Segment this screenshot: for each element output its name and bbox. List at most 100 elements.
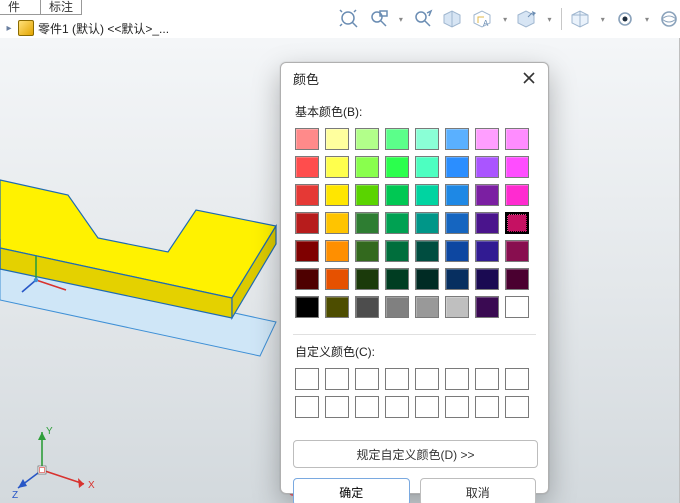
hide-show-dropdown-icon[interactable]: ▾	[546, 7, 552, 31]
custom-colors-label: 自定义颜色(C):	[295, 343, 536, 360]
ok-button[interactable]: 确定	[293, 478, 410, 503]
basic-color-swatch[interactable]	[355, 184, 379, 206]
svg-text:A: A	[483, 19, 489, 28]
basic-color-swatch[interactable]	[295, 128, 319, 150]
basic-color-swatch[interactable]	[415, 128, 439, 150]
custom-color-swatch[interactable]	[355, 396, 379, 418]
feature-tree-item[interactable]: ▸ 零件1 (默认) <<默认>_...	[4, 19, 204, 37]
basic-color-swatch[interactable]	[325, 240, 349, 262]
custom-color-swatch[interactable]	[355, 368, 379, 390]
zoom-window-icon[interactable]	[368, 7, 390, 31]
basic-color-swatch[interactable]	[355, 212, 379, 234]
define-custom-color-button[interactable]: 规定自定义颜色(D) >>	[293, 440, 538, 468]
custom-color-swatch[interactable]	[505, 396, 529, 418]
custom-color-swatch[interactable]	[295, 396, 319, 418]
basic-color-swatch[interactable]	[415, 156, 439, 178]
basic-color-swatch[interactable]	[475, 184, 499, 206]
ribbon-tab-0[interactable]: 件	[0, 0, 41, 15]
basic-color-swatch[interactable]	[415, 212, 439, 234]
view-toolbar: ▾ A ▾ ▾ ▾ ▾	[338, 4, 680, 34]
basic-color-swatch[interactable]	[505, 296, 529, 318]
appearance-icon[interactable]	[658, 7, 680, 31]
basic-color-swatch[interactable]	[445, 156, 469, 178]
display-style-dropdown-icon[interactable]: ▾	[502, 7, 508, 31]
basic-color-swatch[interactable]	[445, 240, 469, 262]
basic-color-swatch[interactable]	[325, 212, 349, 234]
basic-color-swatch[interactable]	[445, 268, 469, 290]
view-orientation-icon[interactable]	[614, 7, 636, 31]
ribbon-tab-1[interactable]: 标注	[41, 0, 82, 15]
perspective-icon[interactable]	[570, 7, 592, 31]
prev-view-icon[interactable]	[412, 7, 434, 31]
basic-color-swatch[interactable]	[385, 156, 409, 178]
basic-color-swatch[interactable]	[295, 268, 319, 290]
basic-color-swatch[interactable]	[505, 212, 529, 234]
basic-color-swatch[interactable]	[505, 156, 529, 178]
basic-color-swatch[interactable]	[355, 296, 379, 318]
basic-color-swatch[interactable]	[385, 184, 409, 206]
basic-color-swatch[interactable]	[475, 212, 499, 234]
basic-color-swatch[interactable]	[355, 156, 379, 178]
custom-color-swatch[interactable]	[415, 396, 439, 418]
basic-color-swatch[interactable]	[415, 240, 439, 262]
basic-color-swatch[interactable]	[295, 184, 319, 206]
basic-color-swatch[interactable]	[295, 296, 319, 318]
triad-z-label: Z	[12, 490, 18, 501]
custom-color-swatch[interactable]	[325, 396, 349, 418]
basic-color-swatch[interactable]	[505, 268, 529, 290]
zoom-fit-icon[interactable]	[338, 7, 360, 31]
custom-color-swatch[interactable]	[445, 368, 469, 390]
basic-color-swatch[interactable]	[325, 184, 349, 206]
basic-color-swatch[interactable]	[475, 268, 499, 290]
basic-color-swatch[interactable]	[445, 212, 469, 234]
basic-color-swatch[interactable]	[355, 128, 379, 150]
basic-color-swatch[interactable]	[505, 240, 529, 262]
cancel-button[interactable]: 取消	[420, 478, 537, 503]
basic-color-swatch[interactable]	[505, 184, 529, 206]
basic-color-swatch[interactable]	[385, 240, 409, 262]
basic-color-swatch[interactable]	[475, 296, 499, 318]
basic-color-swatch[interactable]	[445, 296, 469, 318]
basic-color-swatch[interactable]	[415, 184, 439, 206]
basic-color-swatch[interactable]	[325, 128, 349, 150]
tree-expand-icon[interactable]: ▸	[4, 23, 14, 33]
custom-color-swatch[interactable]	[475, 368, 499, 390]
basic-color-swatch[interactable]	[475, 156, 499, 178]
basic-color-swatch[interactable]	[445, 184, 469, 206]
section-view-icon[interactable]	[442, 7, 464, 31]
custom-color-swatch[interactable]	[385, 368, 409, 390]
custom-color-swatch[interactable]	[505, 368, 529, 390]
basic-color-swatch[interactable]	[475, 128, 499, 150]
custom-colors-grid	[293, 366, 536, 422]
basic-color-swatch[interactable]	[505, 128, 529, 150]
basic-color-swatch[interactable]	[415, 296, 439, 318]
toolbar-separator	[561, 8, 562, 30]
basic-color-swatch[interactable]	[325, 156, 349, 178]
basic-color-swatch[interactable]	[415, 268, 439, 290]
basic-color-swatch[interactable]	[355, 268, 379, 290]
basic-color-swatch[interactable]	[385, 212, 409, 234]
custom-color-swatch[interactable]	[475, 396, 499, 418]
perspective-dropdown-icon[interactable]: ▾	[600, 7, 606, 31]
basic-color-swatch[interactable]	[325, 296, 349, 318]
basic-color-swatch[interactable]	[445, 128, 469, 150]
custom-color-swatch[interactable]	[385, 396, 409, 418]
basic-color-swatch[interactable]	[295, 156, 319, 178]
view-orientation-dropdown-icon[interactable]: ▾	[644, 7, 650, 31]
zoom-dropdown-icon[interactable]: ▾	[398, 7, 404, 31]
close-icon[interactable]	[520, 69, 538, 87]
basic-color-swatch[interactable]	[385, 128, 409, 150]
custom-color-swatch[interactable]	[445, 396, 469, 418]
custom-color-swatch[interactable]	[415, 368, 439, 390]
display-style-icon[interactable]: A	[472, 7, 494, 31]
basic-color-swatch[interactable]	[385, 296, 409, 318]
basic-color-swatch[interactable]	[295, 212, 319, 234]
custom-color-swatch[interactable]	[295, 368, 319, 390]
basic-color-swatch[interactable]	[385, 268, 409, 290]
custom-color-swatch[interactable]	[325, 368, 349, 390]
basic-color-swatch[interactable]	[475, 240, 499, 262]
basic-color-swatch[interactable]	[325, 268, 349, 290]
hide-show-icon[interactable]	[516, 7, 538, 31]
basic-color-swatch[interactable]	[355, 240, 379, 262]
basic-color-swatch[interactable]	[295, 240, 319, 262]
